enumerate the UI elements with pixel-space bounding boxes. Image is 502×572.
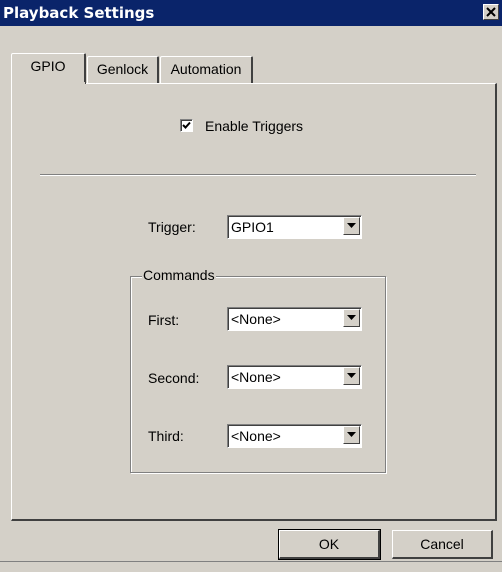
title-bar[interactable]: Playback Settings xyxy=(0,0,502,26)
playback-settings-dialog: Playback Settings GPIO Genlock Automatio… xyxy=(0,0,502,572)
window-title: Playback Settings xyxy=(3,4,155,22)
cancel-button[interactable]: Cancel xyxy=(392,530,493,559)
tab-automation[interactable]: Automation xyxy=(160,56,253,83)
tab-genlock-label: Genlock xyxy=(96,61,149,77)
ok-button[interactable]: OK xyxy=(278,529,381,560)
tab-genlock[interactable]: Genlock xyxy=(87,56,159,83)
close-icon xyxy=(486,7,496,17)
tab-automation-label: Automation xyxy=(170,61,242,77)
tab-gpio[interactable]: GPIO xyxy=(11,53,86,84)
close-button[interactable] xyxy=(483,4,499,20)
tab-join xyxy=(22,82,85,85)
tab-panel-gpio xyxy=(11,83,497,521)
tab-gpio-label: GPIO xyxy=(30,58,66,74)
dialog-bottom-edge xyxy=(0,561,502,562)
